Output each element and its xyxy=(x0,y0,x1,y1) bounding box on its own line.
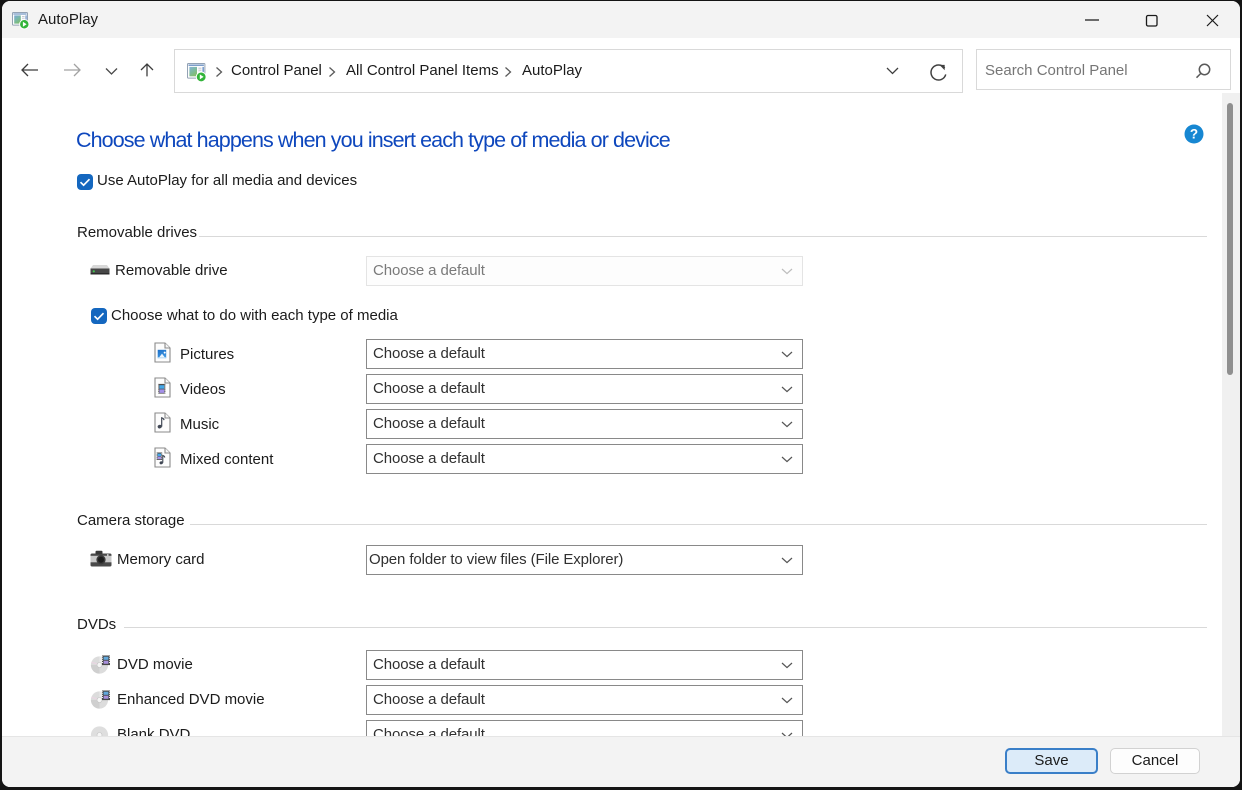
svg-text:?: ? xyxy=(1190,127,1198,142)
